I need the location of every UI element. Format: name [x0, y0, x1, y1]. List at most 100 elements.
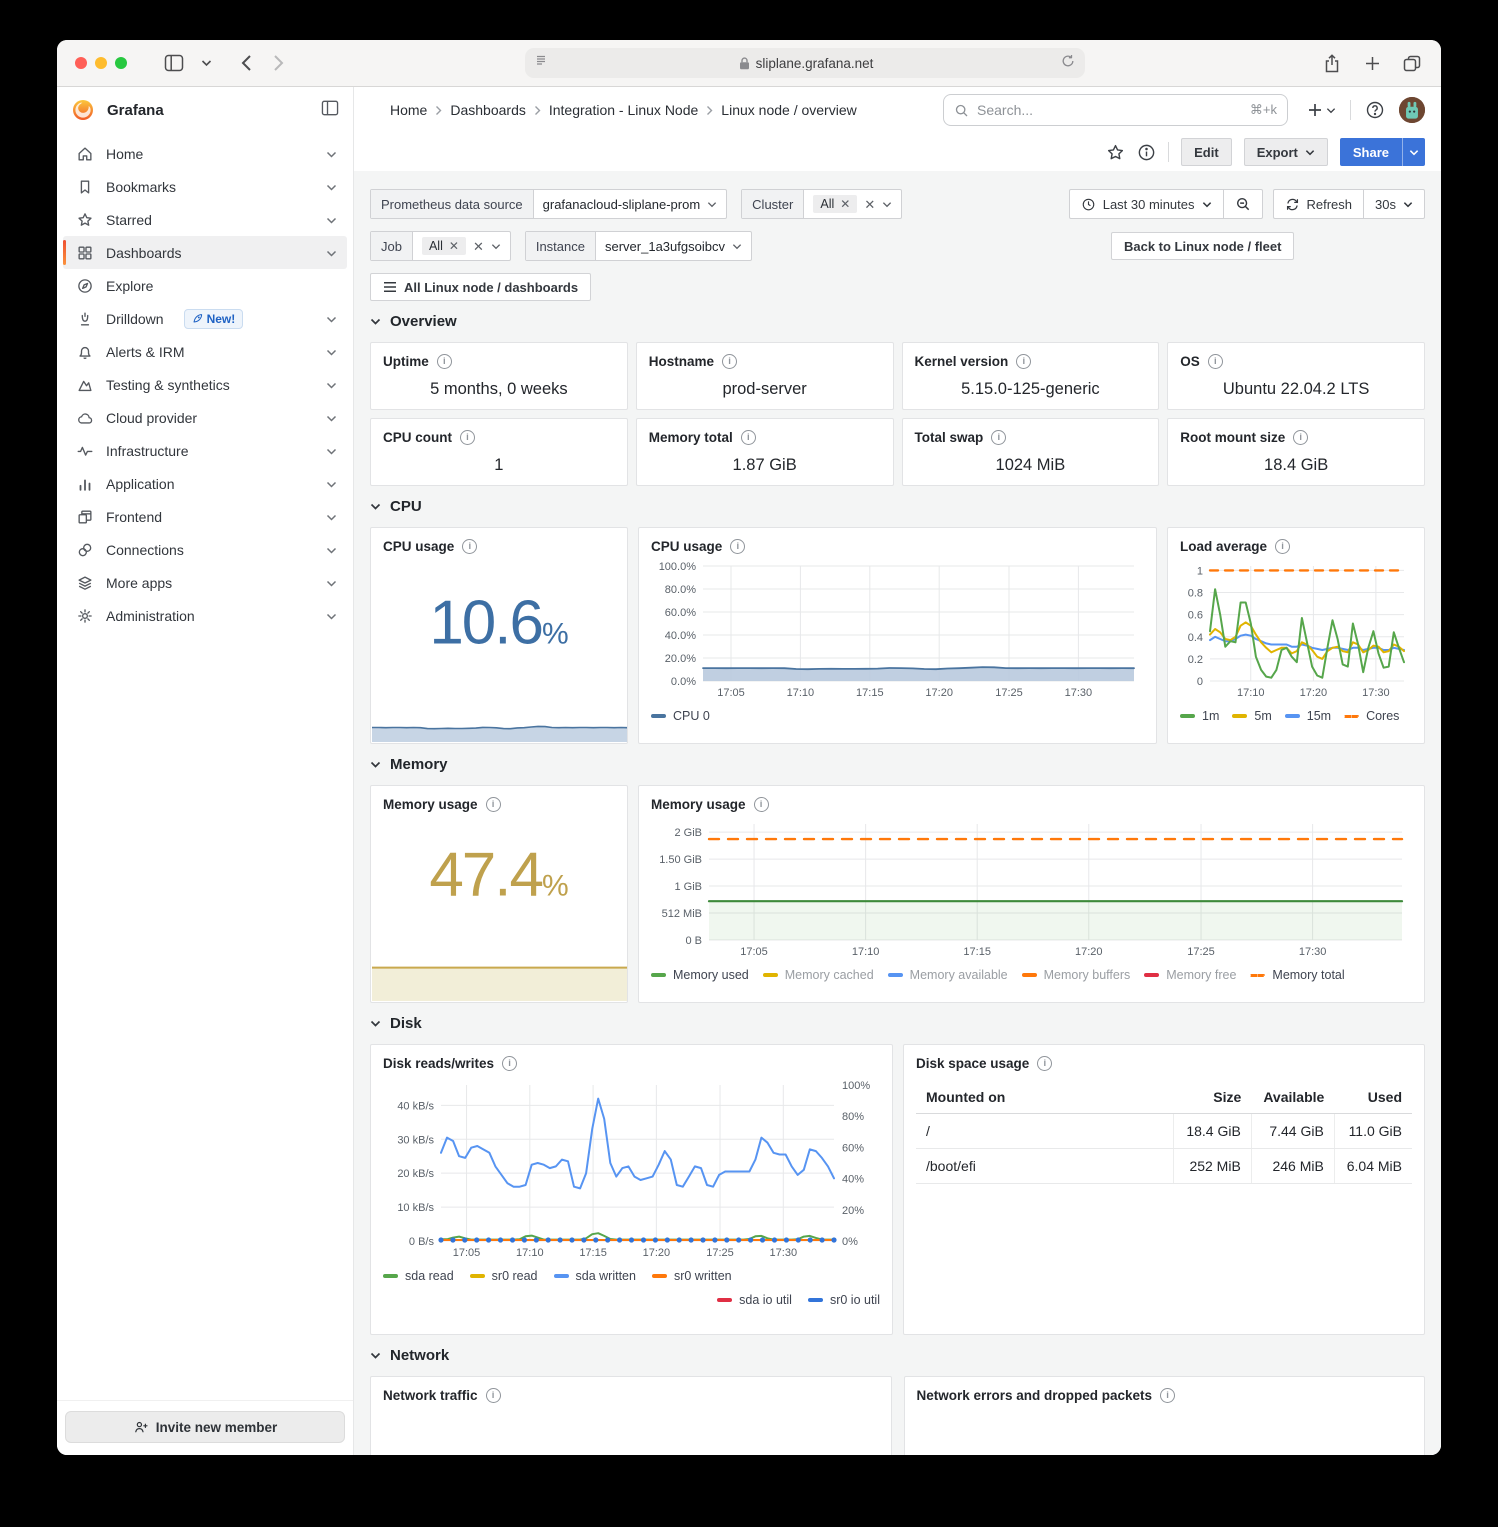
- help-icon[interactable]: [1365, 100, 1385, 120]
- sidebar-item-drilldown[interactable]: Drilldown New!: [63, 302, 347, 335]
- remove-icon[interactable]: ✕: [840, 198, 850, 210]
- breadcrumb-integration[interactable]: Integration - Linux Node: [549, 102, 698, 118]
- address-bar[interactable]: sliplane.grafana.net: [525, 48, 1085, 78]
- sidebar-item-bookmarks[interactable]: Bookmarks: [63, 170, 347, 203]
- legend-item[interactable]: sda read: [383, 1269, 454, 1283]
- legend-item[interactable]: Memory free: [1144, 968, 1236, 982]
- forward-button[interactable]: [267, 52, 289, 74]
- refresh-interval-picker[interactable]: 30s: [1363, 190, 1424, 218]
- chevron-down-icon[interactable]: [326, 145, 337, 163]
- sidebar-item-dashboards[interactable]: Dashboards: [63, 236, 347, 269]
- instance-picker[interactable]: Instance server_1a3ufgsoibcv: [525, 231, 752, 261]
- legend-item[interactable]: Memory buffers: [1022, 968, 1131, 982]
- edit-button[interactable]: Edit: [1181, 138, 1232, 166]
- chevron-down-icon[interactable]: [326, 244, 337, 262]
- info-icon[interactable]: i: [460, 430, 475, 445]
- search-bar[interactable]: ⌘+k: [943, 94, 1288, 126]
- sidebar-chevron-icon[interactable]: [195, 52, 217, 74]
- sidebar-item-administration[interactable]: Administration: [63, 599, 347, 632]
- section-memory[interactable]: Memory: [370, 756, 1425, 773]
- browser-sidebar-icon[interactable]: [163, 52, 185, 74]
- job-picker[interactable]: Job All✕✕: [370, 231, 511, 261]
- legend-item[interactable]: sda written: [554, 1269, 636, 1283]
- chevron-down-icon[interactable]: [326, 376, 337, 394]
- back-to-fleet-button[interactable]: Back to Linux node / fleet: [1111, 232, 1294, 260]
- tab-overview-icon[interactable]: [1401, 52, 1423, 74]
- share-page-icon[interactable]: [1321, 52, 1343, 74]
- column-header-mounted-on[interactable]: Mounted on: [916, 1081, 1174, 1114]
- remove-icon[interactable]: ✕: [449, 240, 459, 252]
- chevron-down-icon[interactable]: [326, 343, 337, 361]
- dashboard-info-icon[interactable]: [1137, 143, 1156, 162]
- column-header-size[interactable]: Size: [1174, 1081, 1251, 1114]
- chevron-down-icon[interactable]: [326, 409, 337, 427]
- reader-icon[interactable]: [535, 54, 551, 73]
- zoom-window-button[interactable]: [115, 57, 127, 69]
- info-icon[interactable]: i: [730, 539, 745, 554]
- legend-item[interactable]: sr0 io util: [808, 1293, 880, 1307]
- reload-icon[interactable]: [1061, 54, 1075, 73]
- sidebar-item-testing-synthetics[interactable]: Testing & synthetics: [63, 368, 347, 401]
- all-dashboards-button[interactable]: All Linux node / dashboards: [370, 273, 591, 301]
- sidebar-item-home[interactable]: Home: [63, 137, 347, 170]
- datasource-picker[interactable]: Prometheus data source grafanacloud-slip…: [370, 189, 727, 219]
- info-icon[interactable]: i: [722, 354, 737, 369]
- chevron-down-icon[interactable]: [326, 475, 337, 493]
- column-header-available[interactable]: Available: [1251, 1081, 1334, 1114]
- info-icon[interactable]: i: [502, 1056, 517, 1071]
- legend-item[interactable]: sr0 read: [470, 1269, 538, 1283]
- refresh-button[interactable]: Refresh: [1274, 190, 1364, 218]
- sidebar-item-frontend[interactable]: Frontend: [63, 500, 347, 533]
- sidebar-item-alerts-irm[interactable]: Alerts & IRM: [63, 335, 347, 368]
- section-cpu[interactable]: CPU: [370, 498, 1425, 515]
- legend-item[interactable]: Memory cached: [763, 968, 874, 982]
- breadcrumb-dashboards[interactable]: Dashboards: [450, 102, 526, 118]
- sidebar-item-explore[interactable]: Explore: [63, 269, 347, 302]
- section-disk[interactable]: Disk: [370, 1015, 1425, 1032]
- chevron-down-icon[interactable]: [326, 178, 337, 196]
- disk-reads-writes-chart[interactable]: 17:0517:1017:1517:2017:2517:300 B/s10 kB…: [383, 1077, 880, 1263]
- chevron-down-icon[interactable]: [326, 310, 337, 328]
- legend-item[interactable]: 1m: [1180, 709, 1219, 723]
- collapse-sidebar-icon[interactable]: [321, 100, 339, 121]
- legend-item[interactable]: sda io util: [717, 1293, 792, 1307]
- favorite-star-icon[interactable]: [1106, 143, 1125, 162]
- info-icon[interactable]: i: [1208, 354, 1223, 369]
- clear-icon[interactable]: ✕: [864, 198, 875, 211]
- legend-item[interactable]: 5m: [1232, 709, 1271, 723]
- zoom-out-button[interactable]: [1223, 190, 1262, 218]
- chevron-down-icon[interactable]: [326, 607, 337, 625]
- export-button[interactable]: Export: [1244, 138, 1328, 166]
- close-window-button[interactable]: [75, 57, 87, 69]
- add-new-icon[interactable]: [1308, 103, 1336, 117]
- user-avatar[interactable]: [1399, 97, 1425, 123]
- info-icon[interactable]: i: [1037, 1056, 1052, 1071]
- info-icon[interactable]: i: [1160, 1388, 1175, 1403]
- chevron-down-icon[interactable]: [326, 211, 337, 229]
- sidebar-item-infrastructure[interactable]: Infrastructure: [63, 434, 347, 467]
- info-icon[interactable]: i: [1275, 539, 1290, 554]
- chevron-down-icon[interactable]: [326, 442, 337, 460]
- minimize-window-button[interactable]: [95, 57, 107, 69]
- info-icon[interactable]: i: [437, 354, 452, 369]
- info-icon[interactable]: i: [741, 430, 756, 445]
- sidebar-item-more-apps[interactable]: More apps: [63, 566, 347, 599]
- memory-usage-chart[interactable]: 17:0517:1017:1517:2017:2517:300 B512 MiB…: [651, 818, 1412, 962]
- legend-item[interactable]: Memory used: [651, 968, 749, 982]
- sidebar-item-starred[interactable]: Starred: [63, 203, 347, 236]
- info-icon[interactable]: i: [486, 797, 501, 812]
- info-icon[interactable]: i: [486, 1388, 501, 1403]
- cluster-all-chip[interactable]: All✕: [813, 195, 857, 213]
- info-icon[interactable]: i: [991, 430, 1006, 445]
- time-range-picker[interactable]: Last 30 minutes: [1070, 190, 1223, 218]
- share-menu-button[interactable]: [1402, 138, 1425, 166]
- legend-item[interactable]: Memory total: [1250, 968, 1344, 982]
- info-icon[interactable]: i: [1293, 430, 1308, 445]
- section-network[interactable]: Network: [370, 1347, 1425, 1364]
- cluster-picker[interactable]: Cluster All✕✕: [741, 189, 902, 219]
- sidebar-item-cloud-provider[interactable]: Cloud provider: [63, 401, 347, 434]
- share-button[interactable]: Share: [1340, 138, 1402, 166]
- legend-item[interactable]: Cores: [1344, 709, 1399, 723]
- info-icon[interactable]: i: [462, 539, 477, 554]
- legend-item[interactable]: CPU 0: [651, 709, 710, 723]
